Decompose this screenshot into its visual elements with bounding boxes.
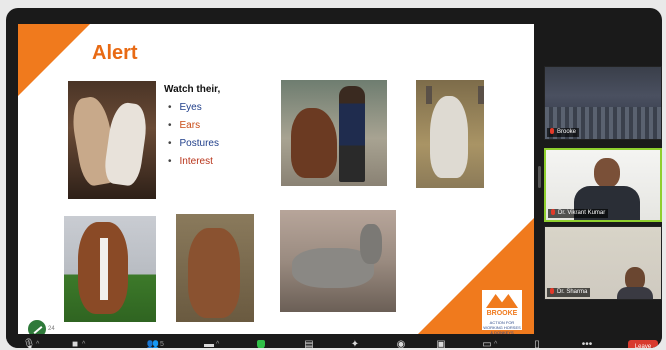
participants-icon[interactable]: 👥 5 <box>146 338 164 348</box>
man-figure <box>339 86 365 182</box>
meeting-toolbar: 🎙 ^ ■ ^ 👥 5 ▬ ^ ▤ ✦ ◉ ▣ ▭ ^ ▯ ••• Leave <box>6 334 662 348</box>
bullet-item: • Eyes <box>168 102 202 113</box>
chat-icon[interactable]: ▬ ^ <box>202 338 219 348</box>
muted-mic-icon <box>550 288 554 294</box>
participant-tile[interactable]: Brooke <box>544 66 662 140</box>
muted-mic-icon <box>551 209 555 215</box>
photo-two-horses <box>68 81 156 199</box>
microphone-icon[interactable]: 🎙 ^ <box>22 338 40 348</box>
photo-grey-donkey <box>280 210 396 312</box>
panel-resize-handle[interactable] <box>538 166 541 188</box>
participant-name-label: Dr. Sharma <box>547 288 591 297</box>
participant-tile-active-speaker[interactable]: Dr. Vikrant Kumar <box>544 148 662 222</box>
slide-bullet-list: • Eyes • Ears • Postures • Interest <box>168 102 219 174</box>
participant-head <box>594 158 620 188</box>
participant-tile[interactable]: Dr. Sharma <box>544 226 662 300</box>
document-icon[interactable]: ▤ <box>302 338 316 348</box>
reactions-icon[interactable]: ✦ <box>348 338 362 348</box>
photo-mule-ears-back <box>176 214 254 322</box>
bullet-item: • Postures <box>168 138 219 149</box>
participant-body <box>617 287 653 299</box>
photo-white-donkey <box>416 80 484 188</box>
video-camera-icon[interactable]: ■ ^ <box>68 338 85 348</box>
photo-brown-horse-with-white-blaze <box>64 216 156 322</box>
logo-tagline-text: ACTION FOR WORKING HORSES & DONKEYS <box>483 320 521 335</box>
brooke-logo: BROOKE ACTION FOR WORKING HORSES & DONKE… <box>480 288 524 335</box>
shared-slide: Alert Watch their, • Eyes • Ears • Postures… <box>18 24 534 336</box>
apps-icon[interactable]: ▯ <box>530 338 544 348</box>
slide-intro-text: Watch their, <box>164 84 221 95</box>
security-shield-icon[interactable] <box>254 338 268 348</box>
meeting-window: Alert Watch their, • Eyes • Ears • Postures… <box>6 8 662 348</box>
horse-figure <box>291 108 337 178</box>
leave-button[interactable]: Leave <box>628 340 658 348</box>
photo-man-with-horse <box>281 80 387 186</box>
breakout-rooms-icon[interactable]: ▣ <box>434 338 448 348</box>
slide-page-number: 24 <box>48 326 55 332</box>
participant-name-label: Brooke <box>547 128 580 137</box>
logo-mark-icon <box>486 294 518 308</box>
share-screen-icon[interactable]: ▭ ^ <box>480 338 497 348</box>
logo-brand-text: BROOKE <box>486 310 518 317</box>
more-icon[interactable]: ••• <box>580 338 594 348</box>
record-icon[interactable]: ◉ <box>394 338 408 348</box>
muted-mic-icon <box>550 128 554 134</box>
bullet-item: • Interest <box>168 156 213 167</box>
participant-name-label: Dr. Vikrant Kumar <box>548 209 609 218</box>
bullet-item: • Ears <box>168 120 201 131</box>
slide-title: Alert <box>92 42 138 64</box>
